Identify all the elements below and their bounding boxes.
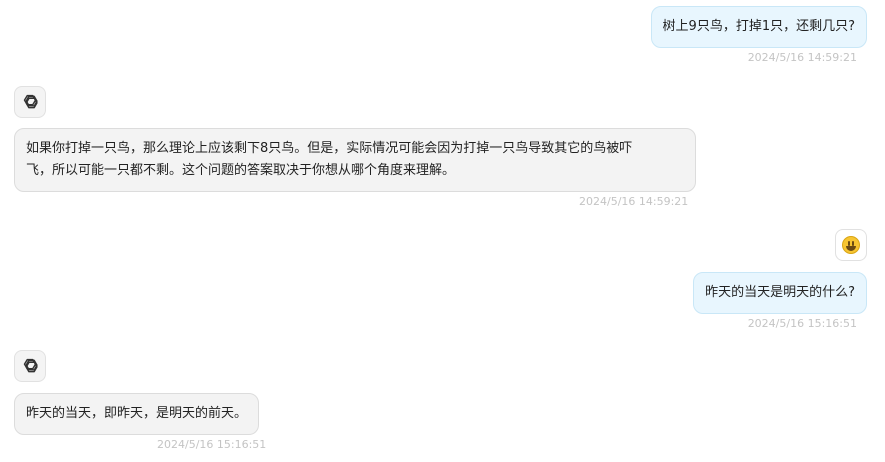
user-message-bubble[interactable]: 昨天的当天是明天的什么?: [693, 272, 867, 314]
assistant-message-text-line: 飞，所以可能一只都不剩。这个问题的答案取决于你想从哪个角度来理解。: [26, 163, 456, 178]
assistant-avatar: [14, 350, 46, 382]
assistant-message-bubble[interactable]: 如果你打掉一只鸟，那么理论上应该剩下8只鸟。但是，实际情况可能会因为打掉一只鸟导…: [14, 128, 696, 192]
user-message-text: 昨天的当天是明天的什么?: [705, 285, 855, 300]
openai-logo-icon: [23, 94, 38, 109]
assistant-message-text-line: 如果你打掉一只鸟，那么理论上应该剩下8只鸟。但是，实际情况可能会因为打掉一只鸟导…: [26, 141, 633, 156]
message-timestamp: 2024/5/16 14:59:21: [747, 51, 857, 64]
smiley-emoji-icon: [842, 236, 860, 254]
chat-transcript: 树上9只鸟，打掉1只，还剩几只? 2024/5/16 14:59:21 如果你打…: [0, 0, 885, 462]
message-timestamp: 2024/5/16 15:16:51: [747, 317, 857, 330]
message-timestamp: 2024/5/16 15:16:51: [157, 438, 267, 451]
user-avatar: [835, 229, 867, 261]
assistant-avatar: [14, 86, 46, 118]
message-timestamp: 2024/5/16 14:59:21: [579, 195, 689, 208]
assistant-message-text: 昨天的当天，即昨天，是明天的前天。: [26, 406, 248, 421]
openai-logo-icon: [23, 358, 38, 373]
assistant-message-bubble[interactable]: 昨天的当天，即昨天，是明天的前天。: [14, 393, 260, 435]
user-message-text: 树上9只鸟，打掉1只，还剩几只?: [662, 19, 855, 34]
user-message-bubble[interactable]: 树上9只鸟，打掉1只，还剩几只?: [650, 6, 867, 48]
